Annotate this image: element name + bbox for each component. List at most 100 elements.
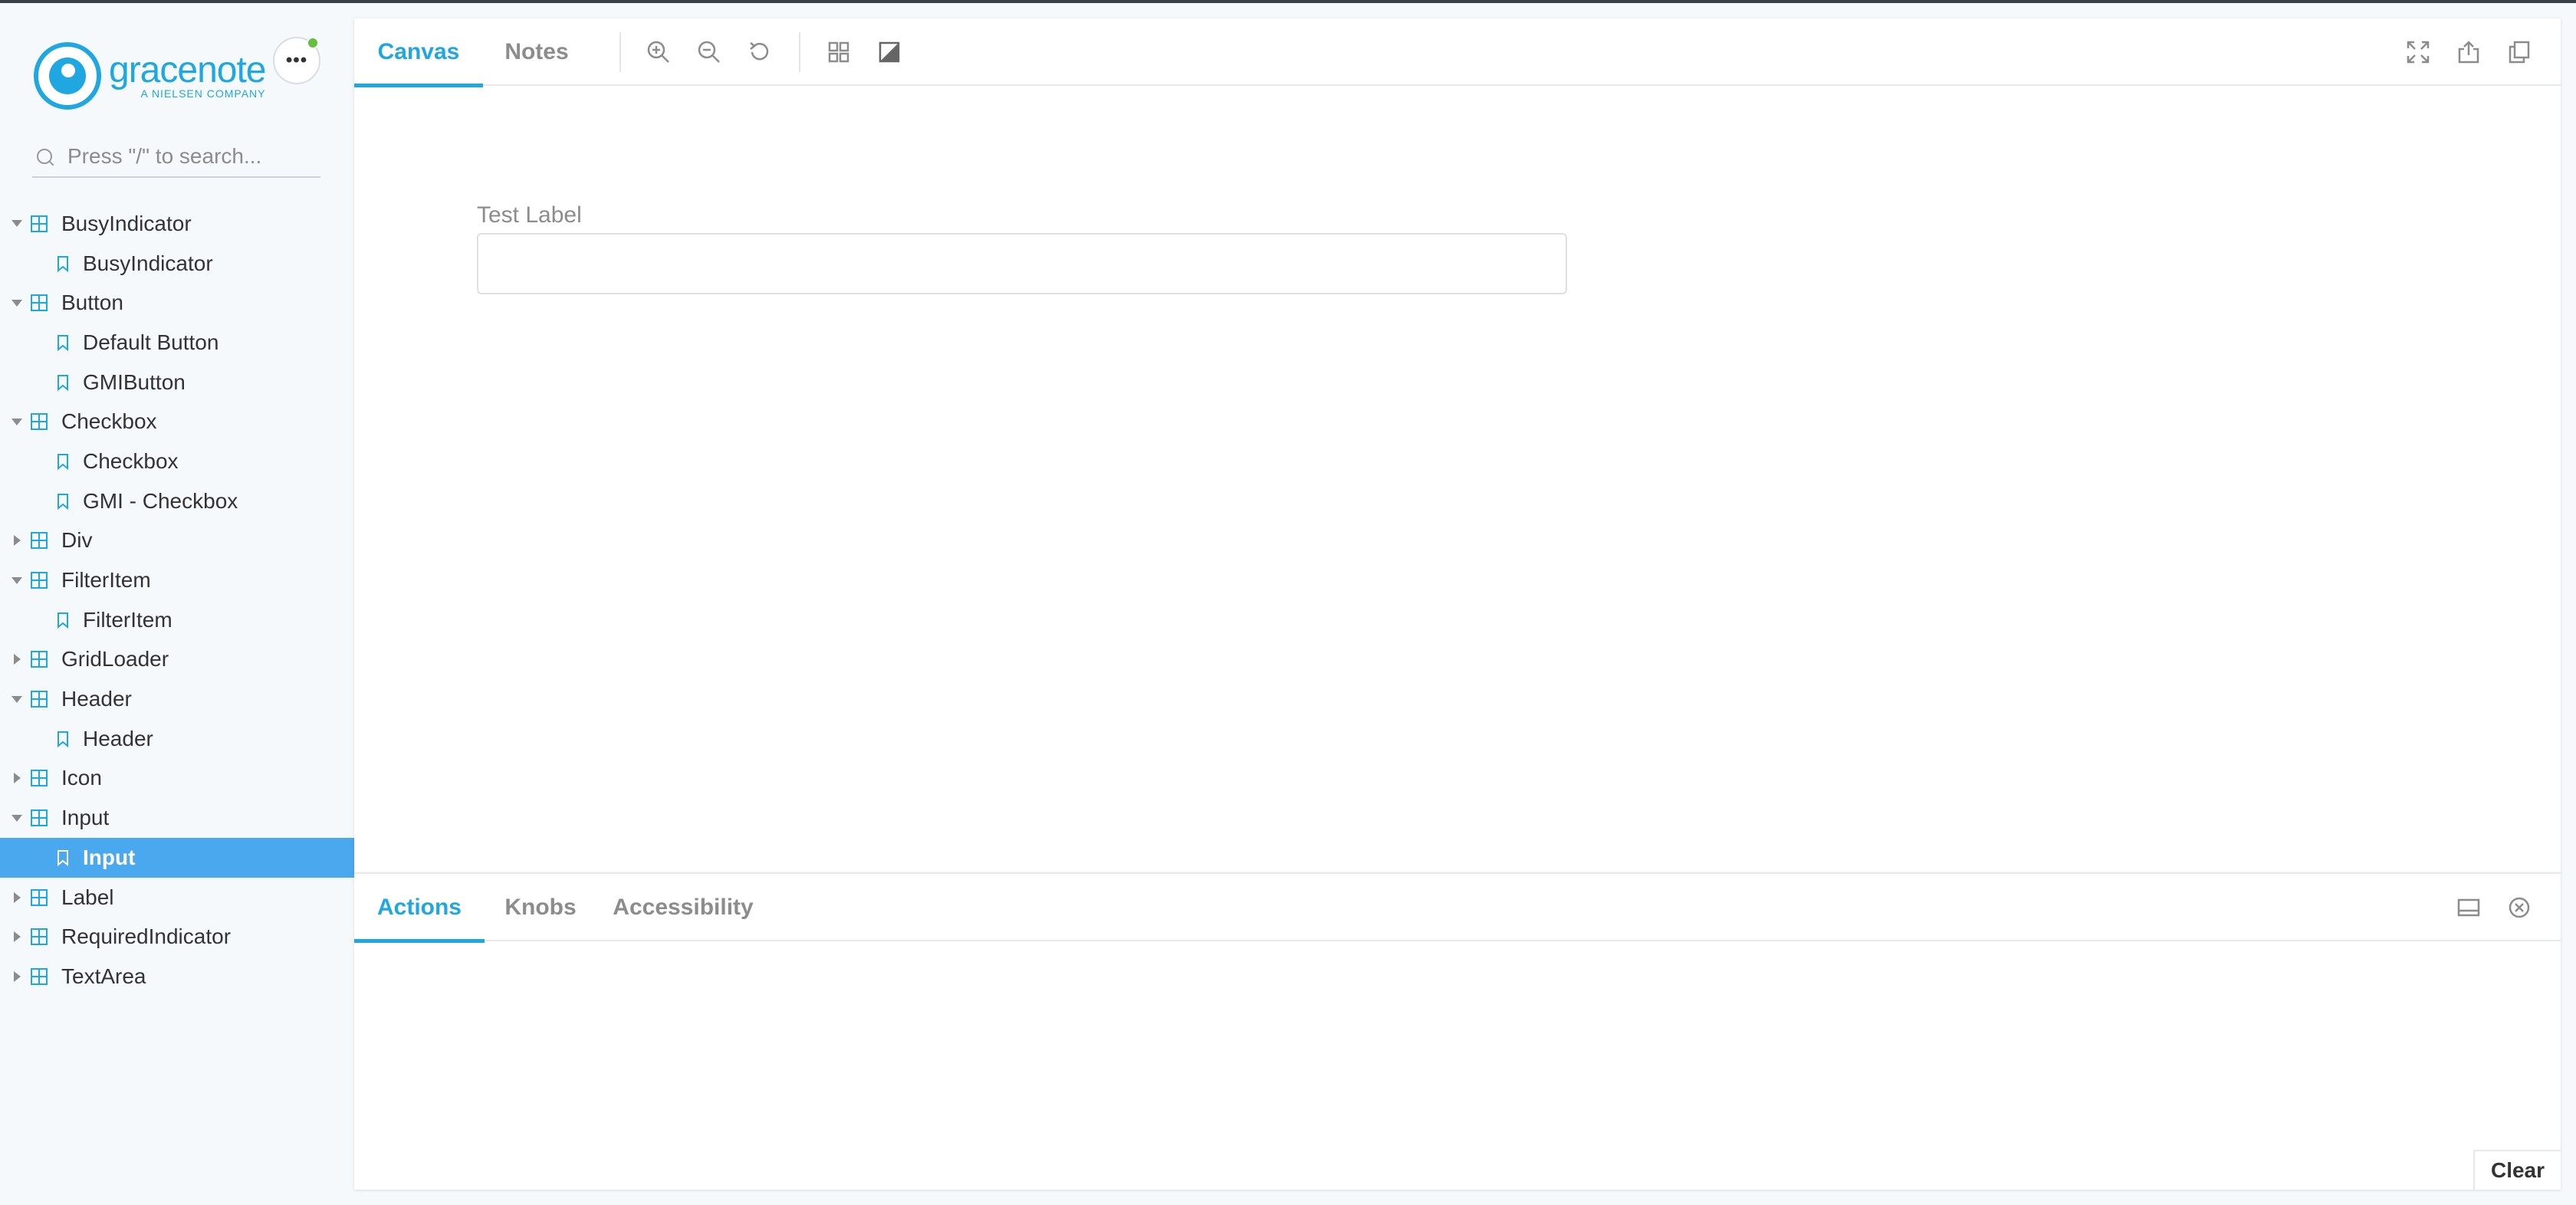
caret-down-icon[interactable]: [11, 415, 23, 428]
brand-logo[interactable]: gracenote A NIELSEN COMPANY: [34, 41, 266, 110]
panel-orientation-icon[interactable]: [2452, 891, 2486, 924]
brand-tagline: A NIELSEN COMPANY: [140, 87, 266, 100]
preview-panel: Canvas Notes Test Label: [354, 18, 2561, 872]
bookmark-icon: [57, 849, 69, 866]
clear-button[interactable]: Clear: [2473, 1150, 2561, 1190]
caret-down-icon[interactable]: [11, 693, 23, 705]
tab-knobs-label: Knobs: [504, 895, 577, 920]
caret-down-icon[interactable]: [11, 574, 23, 586]
tab-accessibility[interactable]: Accessibility: [596, 874, 770, 941]
bookmark-icon: [57, 453, 69, 470]
sidebar-story-item[interactable]: Input: [0, 838, 354, 878]
search-input[interactable]: [67, 144, 313, 169]
tab-notes[interactable]: Notes: [483, 18, 590, 86]
reset-zoom-icon[interactable]: [743, 35, 777, 69]
sidebar-component-item[interactable]: Checkbox: [0, 402, 354, 442]
tree-item-label: GMIButton: [83, 369, 186, 394]
sidebar-story-item[interactable]: Checkbox: [0, 442, 354, 481]
component-icon: [31, 691, 48, 708]
status-dot-icon: [307, 37, 319, 49]
bookmark-icon: [57, 374, 69, 391]
component-icon: [31, 413, 48, 431]
component-icon: [31, 651, 48, 668]
sidebar-component-item[interactable]: TextArea: [0, 957, 354, 997]
window-top-border: [0, 0, 2576, 3]
sidebar-story-item[interactable]: Header: [0, 719, 354, 759]
tree-item-label: TextArea: [61, 964, 146, 988]
sidebar-component-item[interactable]: Input: [0, 798, 354, 838]
sidebar-story-item[interactable]: Default Button: [0, 323, 354, 363]
tree-item-label: Input: [61, 806, 110, 830]
caret-down-icon[interactable]: [11, 812, 23, 824]
component-icon: [31, 967, 48, 985]
tab-canvas-label: Canvas: [377, 39, 460, 64]
addons-panel: Actions Knobs Accessibility Clear: [354, 872, 2561, 1190]
sidebar-story-item[interactable]: GMI - Checkbox: [0, 481, 354, 521]
caret-right-icon[interactable]: [11, 891, 23, 904]
zoom-in-icon[interactable]: [642, 35, 675, 69]
copy-icon[interactable]: [2502, 35, 2536, 69]
tab-actions-label: Actions: [376, 895, 462, 920]
sidebar-component-item[interactable]: RequiredIndicator: [0, 917, 354, 957]
close-panel-icon[interactable]: [2502, 891, 2536, 924]
fullscreen-icon[interactable]: [2401, 35, 2435, 69]
tab-canvas[interactable]: Canvas: [354, 18, 483, 87]
share-icon[interactable]: [2452, 35, 2486, 69]
component-icon: [31, 294, 48, 312]
bookmark-icon: [57, 731, 69, 747]
tree-item-label: GMI - Checkbox: [83, 488, 238, 513]
sidebar-component-item[interactable]: Header: [0, 679, 354, 719]
tree-item-label: Label: [61, 885, 114, 909]
caret-right-icon[interactable]: [11, 534, 23, 547]
caret-right-icon[interactable]: [11, 970, 23, 983]
sidebar-component-item[interactable]: FilterItem: [0, 560, 354, 600]
tree-item-label: Header: [61, 687, 132, 711]
preview-canvas: Test Label: [354, 87, 2561, 872]
tab-knobs[interactable]: Knobs: [485, 874, 596, 941]
tree-item-label: Checkbox: [61, 409, 157, 434]
sidebar-story-item[interactable]: GMIButton: [0, 363, 354, 402]
bookmark-icon: [57, 612, 69, 629]
zoom-out-icon[interactable]: [692, 35, 726, 69]
tree-item-label: FilterItem: [83, 607, 172, 632]
tree-item-label: Div: [61, 528, 93, 553]
component-icon: [31, 888, 48, 906]
test-input-field[interactable]: [477, 233, 1567, 294]
toolbar-divider: [799, 32, 800, 72]
tree-item-label: Input: [83, 845, 136, 869]
tab-actions[interactable]: Actions: [354, 874, 485, 943]
tree-item-label: Default Button: [83, 330, 219, 354]
tab-notes-label: Notes: [504, 39, 569, 64]
tree-item-label: Button: [61, 291, 123, 315]
addons-tabbar: Actions Knobs Accessibility: [354, 874, 2561, 943]
sidebar-story-item[interactable]: BusyIndicator: [0, 244, 354, 284]
background-contrast-icon[interactable]: [872, 35, 906, 69]
bookmark-icon: [57, 255, 69, 272]
sidebar-story-item[interactable]: FilterItem: [0, 600, 354, 640]
sidebar-component-item[interactable]: Icon: [0, 759, 354, 799]
caret-right-icon[interactable]: [11, 653, 23, 665]
component-icon: [31, 215, 48, 232]
component-icon: [31, 770, 48, 787]
sidebar-component-item[interactable]: Button: [0, 283, 354, 323]
bookmark-icon: [57, 334, 69, 351]
caret-down-icon[interactable]: [11, 218, 23, 230]
sidebar-component-item[interactable]: BusyIndicator: [0, 204, 354, 244]
tree-item-label: Icon: [61, 766, 102, 790]
caret-right-icon[interactable]: [11, 772, 23, 784]
tree-item-label: BusyIndicator: [61, 211, 192, 235]
sidebar-component-item[interactable]: Div: [0, 521, 354, 561]
field-label: Test Label: [477, 202, 582, 228]
search-box[interactable]: [32, 136, 320, 178]
sidebar-component-item[interactable]: GridLoader: [0, 640, 354, 680]
caret-down-icon[interactable]: [11, 297, 23, 309]
caret-right-icon[interactable]: [11, 931, 23, 943]
brand-text: gracenote A NIELSEN COMPANY: [109, 52, 266, 100]
component-icon: [31, 928, 48, 946]
ellipsis-icon: •••: [285, 50, 308, 71]
tree-item-label: BusyIndicator: [83, 251, 213, 275]
preview-toolbar: Canvas Notes: [354, 18, 2561, 87]
sidebar-component-item[interactable]: Label: [0, 878, 354, 918]
grid-icon[interactable]: [822, 35, 856, 69]
sidebar: gracenote A NIELSEN COMPANY ••• BusyIndi…: [0, 3, 354, 1205]
